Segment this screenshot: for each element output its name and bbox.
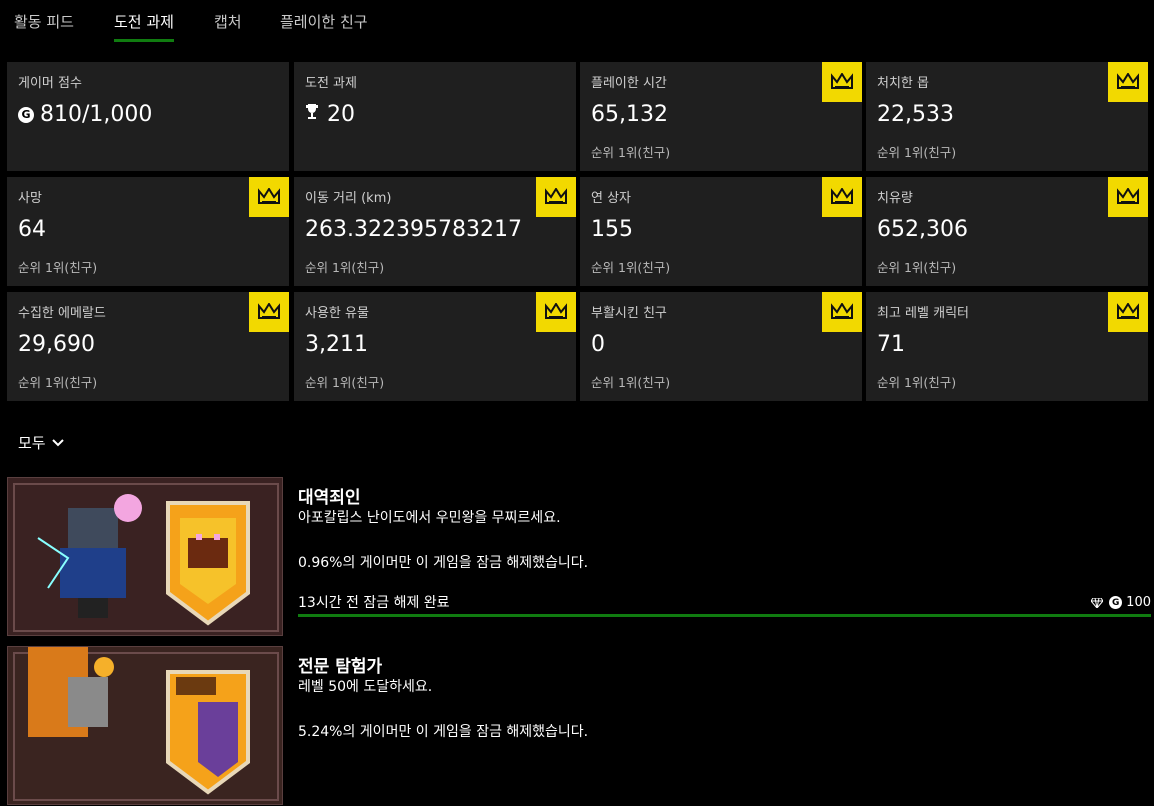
stat-value: 29,690 [18, 332, 95, 357]
stat-value: 652,306 [877, 217, 968, 242]
achievement-item[interactable]: 대역죄인 아포칼립스 난이도에서 우민왕을 무찌르세요. 0.96%의 게이머만… [7, 477, 1154, 637]
stat-rank: 순위 1위(친구) [591, 375, 671, 390]
crown-icon [1108, 292, 1148, 332]
stat-value: 65,132 [591, 102, 668, 127]
achievement-title: 전문 탐험가 [298, 657, 383, 677]
tab-friends-who-play[interactable]: 플레이한 친구 [280, 11, 368, 39]
stat-label: 수집한 에메랄드 [18, 306, 106, 321]
achievement-rarity: 5.24%의 게이머만 이 게임을 잠금 해제했습니다. [298, 724, 589, 740]
achievement-unlock-time: 13시간 전 잠금 해제 완료 [298, 595, 450, 611]
diamond-icon [1091, 597, 1104, 608]
stat-value: 0 [591, 332, 605, 357]
stat-value-text: 20 [327, 102, 355, 127]
stat-value: 71 [877, 332, 905, 357]
stat-rank: 순위 1위(친구) [305, 375, 385, 390]
stat-card-deaths: 사망 64 순위 1위(친구) [7, 177, 289, 286]
filter-dropdown[interactable]: 모두 [18, 432, 64, 453]
stat-card-achievements: 도전 과제 20 [294, 62, 576, 171]
crown-icon [1108, 177, 1148, 217]
gamerscore-icon: G [1109, 596, 1123, 609]
stat-value: 22,533 [877, 102, 954, 127]
stat-rank: 순위 1위(친구) [591, 260, 671, 275]
stat-rank: 순위 1위(친구) [18, 375, 98, 390]
stat-label: 부활시킨 친구 [591, 306, 667, 321]
stat-rank: 순위 1위(친구) [877, 260, 957, 275]
stat-rank: 순위 1위(친구) [877, 375, 957, 390]
tab-bar: 활동 피드 도전 과제 캡처 플레이한 친구 [0, 0, 1154, 44]
tab-achievements[interactable]: 도전 과제 [114, 11, 174, 42]
stat-card-mobs-killed: 처치한 몹 22,533 순위 1위(친구) [866, 62, 1148, 171]
trophy-icon [305, 102, 319, 127]
achievement-image [7, 477, 283, 636]
stat-value: 155 [591, 217, 633, 242]
achievement-title: 대역죄인 [298, 488, 361, 508]
gamerscore-icon: G [18, 106, 34, 123]
stat-label: 사용한 유물 [305, 306, 369, 321]
stat-value: 263.322395783217 [305, 217, 522, 242]
stat-label: 게이머 점수 [18, 76, 82, 91]
crown-icon [249, 177, 289, 217]
stat-rank: 순위 1위(친구) [18, 260, 98, 275]
achievement-item[interactable]: 전문 탐험가 레벨 50에 도달하세요. 5.24%의 게이머만 이 게임을 잠… [7, 646, 1154, 806]
crown-icon [822, 177, 862, 217]
reward-value: 100 [1126, 595, 1151, 610]
stat-card-time-played: 플레이한 시간 65,132 순위 1위(친구) [580, 62, 862, 171]
stat-rank: 순위 1위(친구) [591, 145, 671, 160]
stat-card-friends-revived: 부활시킨 친구 0 순위 1위(친구) [580, 292, 862, 401]
filter-label: 모두 [18, 434, 46, 452]
stat-value: G 810/1,000 [18, 102, 152, 127]
stat-card-gamerscore: 게이머 점수 G 810/1,000 [7, 62, 289, 171]
crown-icon [536, 292, 576, 332]
stat-label: 도전 과제 [305, 76, 357, 91]
stat-label: 최고 레벨 캐릭터 [877, 306, 969, 321]
stat-card-healing: 치유량 652,306 순위 1위(친구) [866, 177, 1148, 286]
stat-value: 20 [305, 102, 355, 127]
stat-card-chests-opened: 연 상자 155 순위 1위(친구) [580, 177, 862, 286]
stat-rank: 순위 1위(친구) [877, 145, 957, 160]
achievement-description: 아포칼립스 난이도에서 우민왕을 무찌르세요. [298, 510, 561, 526]
achievement-progress-bar [298, 614, 1151, 617]
achievement-rarity: 0.96%의 게이머만 이 게임을 잠금 해제했습니다. [298, 555, 589, 571]
chevron-down-icon [51, 438, 64, 446]
crown-icon [1108, 62, 1148, 102]
stat-value-text: 810/1,000 [40, 102, 153, 127]
stat-label: 사망 [18, 191, 42, 206]
stat-label: 이동 거리 (km) [305, 191, 392, 206]
stat-label: 치유량 [877, 191, 913, 206]
stat-value: 3,211 [305, 332, 368, 357]
tab-captures[interactable]: 캡처 [214, 11, 242, 39]
stat-value: 64 [18, 217, 46, 242]
achievement-description: 레벨 50에 도달하세요. [298, 679, 433, 695]
stat-label: 처치한 몹 [877, 76, 929, 91]
achievement-reward: G 100 [1091, 595, 1151, 610]
crown-icon [249, 292, 289, 332]
stat-rank: 순위 1위(친구) [305, 260, 385, 275]
crown-icon [822, 292, 862, 332]
stat-label: 플레이한 시간 [591, 76, 667, 91]
stat-card-highest-level: 최고 레벨 캐릭터 71 순위 1위(친구) [866, 292, 1148, 401]
crown-icon [536, 177, 576, 217]
stat-card-distance: 이동 거리 (km) 263.322395783217 순위 1위(친구) [294, 177, 576, 286]
stat-card-emeralds: 수집한 에메랄드 29,690 순위 1위(친구) [7, 292, 289, 401]
stat-label: 연 상자 [591, 191, 632, 206]
achievement-image [7, 646, 283, 805]
tab-activity-feed[interactable]: 활동 피드 [14, 11, 74, 39]
stat-card-artifacts: 사용한 유물 3,211 순위 1위(친구) [294, 292, 576, 401]
crown-icon [822, 62, 862, 102]
